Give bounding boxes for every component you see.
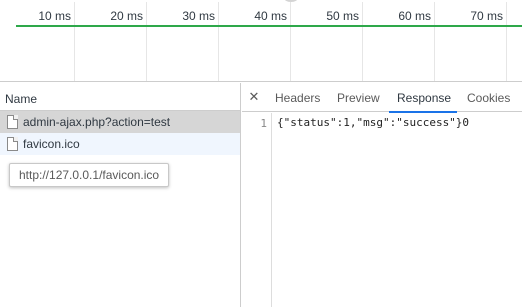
- timeline-tick-label: 70 ms: [470, 9, 503, 23]
- timeline-tick-label: 60 ms: [398, 9, 431, 23]
- line-gutter: 1: [242, 113, 272, 307]
- timeline-tick-label: 50 ms: [326, 9, 359, 23]
- response-viewer[interactable]: 1 {"status":1,"msg":"success"}0: [242, 113, 522, 307]
- network-overview[interactable]: 10 ms 20 ms 30 ms 40 ms 50 ms 60 ms 70 m…: [0, 0, 522, 82]
- response-body[interactable]: {"status":1,"msg":"success"}0: [277, 116, 469, 129]
- timeline-tick-label: 20 ms: [110, 9, 143, 23]
- tab-response[interactable]: Response: [388, 83, 458, 113]
- request-list: Name admin-ajax.php?action=test favicon.…: [0, 83, 241, 307]
- resize-handle[interactable]: [284, 0, 298, 2]
- document-icon: [7, 137, 18, 151]
- request-row[interactable]: favicon.ico: [0, 133, 240, 155]
- tab-headers[interactable]: Headers: [275, 83, 320, 112]
- request-name: favicon.ico: [23, 137, 80, 151]
- grid-line: [506, 2, 507, 81]
- waterfall-bar: [16, 25, 522, 27]
- close-icon[interactable]: ✕: [247, 89, 261, 105]
- timeline-tick-label: 30 ms: [182, 9, 215, 23]
- line-number: 1: [260, 117, 267, 130]
- request-row[interactable]: admin-ajax.php?action=test: [0, 111, 240, 133]
- document-icon: [7, 115, 18, 129]
- request-name: admin-ajax.php?action=test: [23, 115, 171, 129]
- tab-preview[interactable]: Preview: [337, 83, 380, 112]
- timeline-tick-label: 10 ms: [38, 9, 71, 23]
- timeline-tick-label: 40 ms: [254, 9, 287, 23]
- request-details: ✕ Headers Preview Response Cookies 1 {"s…: [242, 83, 522, 307]
- name-column-header[interactable]: Name: [0, 83, 240, 111]
- url-tooltip: http://127.0.0.1/favicon.ico: [9, 163, 169, 187]
- tab-cookies[interactable]: Cookies: [467, 83, 510, 112]
- details-tabbar: ✕ Headers Preview Response Cookies: [242, 83, 522, 113]
